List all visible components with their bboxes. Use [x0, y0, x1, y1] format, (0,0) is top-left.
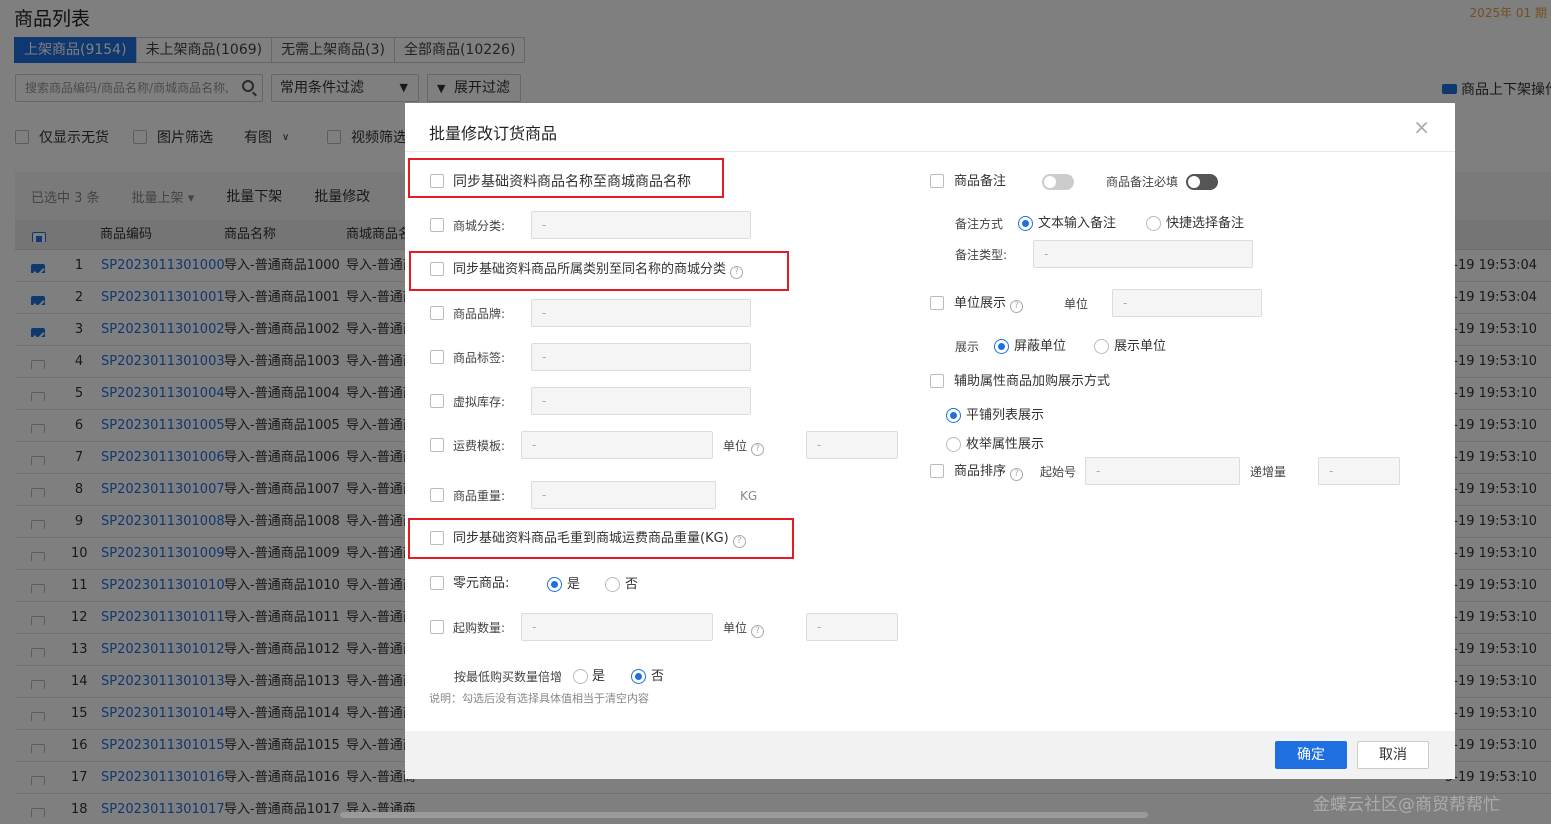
show-unit-label: 展示单位: [1114, 339, 1167, 354]
modal-divider: [405, 151, 1455, 152]
remark-type-input[interactable]: -: [1033, 240, 1253, 268]
zero-goods-checkbox[interactable]: [430, 576, 444, 590]
batch-edit-modal: 批量修改订货商品 × 同步基础资料商品名称至商城商品名称 商城分类: - 同步基…: [405, 103, 1455, 779]
unit-label: 单位: [1064, 297, 1089, 311]
weight-checkbox[interactable]: [430, 488, 444, 502]
modal-title: 批量修改订货商品: [429, 124, 558, 143]
min-qty-checkbox[interactable]: [430, 620, 444, 634]
text-input-radio[interactable]: [1018, 216, 1033, 231]
mall-category-input[interactable]: -: [531, 211, 751, 239]
multiple-yes-radio[interactable]: [573, 669, 588, 684]
unit-input[interactable]: -: [1112, 289, 1262, 317]
freight-template-checkbox[interactable]: [430, 438, 444, 452]
horizontal-scrollbar[interactable]: [340, 812, 1148, 818]
zero-no-radio[interactable]: [605, 577, 620, 592]
multiple-no-label: 否: [651, 669, 665, 684]
unit-display-label: 单位展示?: [954, 296, 1024, 313]
text-input-label: 文本输入备注: [1038, 216, 1117, 231]
weight-input[interactable]: -: [531, 481, 716, 509]
flat-list-radio[interactable]: [946, 408, 961, 423]
quick-select-radio[interactable]: [1146, 216, 1161, 231]
tags-label: 商品标签:: [453, 351, 506, 365]
brand-checkbox[interactable]: [430, 306, 444, 320]
help-icon[interactable]: ?: [732, 535, 746, 548]
help-icon[interactable]: ?: [1010, 468, 1024, 481]
close-icon[interactable]: ×: [1413, 115, 1430, 139]
tags-checkbox[interactable]: [430, 350, 444, 364]
remark-mode-label: 备注方式: [955, 217, 1004, 231]
mall-category-checkbox[interactable]: [430, 218, 444, 232]
multiple-yes-label: 是: [592, 669, 606, 684]
increment-label: 递增量: [1250, 465, 1287, 479]
freight-unit-label: 单位?: [723, 438, 765, 456]
aux-attr-label: 辅助属性商品加购展示方式: [954, 374, 1111, 389]
remark-label: 商品备注: [954, 174, 1007, 189]
freight-template-label: 运费模板:: [453, 439, 506, 453]
sync-weight-checkbox[interactable]: [430, 531, 444, 545]
help-icon[interactable]: ?: [751, 443, 765, 456]
enum-attr-radio[interactable]: [946, 437, 961, 452]
remark-type-label: 备注类型:: [955, 248, 1008, 262]
multiple-label: 按最低购买数量倍增: [454, 670, 563, 684]
min-qty-label: 起购数量:: [453, 621, 506, 635]
sync-category-checkbox[interactable]: [430, 262, 444, 276]
min-qty-input[interactable]: -: [521, 613, 713, 641]
sync-weight-label: 同步基础资料商品毛重到商城运费商品重量(KG)?: [453, 531, 746, 548]
kg-label: KG: [740, 489, 758, 503]
cancel-button[interactable]: 取消: [1357, 741, 1429, 769]
sort-label: 商品排序?: [954, 464, 1024, 481]
remark-toggle[interactable]: [1042, 174, 1074, 190]
display-label: 展示: [955, 340, 980, 354]
virtual-stock-label: 虚拟库存:: [453, 395, 506, 409]
hide-unit-radio[interactable]: [994, 339, 1009, 354]
remark-required-toggle[interactable]: [1186, 174, 1218, 190]
freight-unit-input[interactable]: -: [806, 431, 898, 459]
hide-unit-label: 屏蔽单位: [1014, 339, 1067, 354]
unit-display-checkbox[interactable]: [930, 296, 944, 310]
increment-input[interactable]: -: [1318, 457, 1400, 485]
flat-list-label: 平铺列表展示: [966, 408, 1045, 423]
mall-category-label: 商城分类:: [453, 219, 506, 233]
zero-no-label: 否: [625, 577, 639, 592]
remark-checkbox[interactable]: [930, 174, 944, 188]
min-qty-unit-label: 单位?: [723, 620, 765, 638]
confirm-button[interactable]: 确定: [1275, 741, 1347, 769]
show-unit-radio[interactable]: [1094, 339, 1109, 354]
min-qty-unit-input[interactable]: -: [806, 613, 898, 641]
zero-goods-label: 零元商品:: [453, 576, 510, 591]
zero-yes-radio[interactable]: [547, 577, 562, 592]
help-icon[interactable]: ?: [730, 266, 744, 279]
sync-name-checkbox[interactable]: [430, 174, 444, 188]
aux-attr-checkbox[interactable]: [930, 374, 944, 388]
sync-name-label: 同步基础资料商品名称至商城商品名称: [453, 174, 691, 190]
weight-label: 商品重量:: [453, 489, 506, 503]
enum-attr-label: 枚举属性展示: [966, 437, 1045, 452]
help-icon[interactable]: ?: [1010, 300, 1024, 313]
watermark: 金蝶云社区@商贸帮帮忙: [1313, 795, 1500, 815]
help-icon[interactable]: ?: [751, 625, 765, 638]
virtual-stock-checkbox[interactable]: [430, 394, 444, 408]
clear-note: 说明：勾选后没有选择具体值相当于清空内容: [429, 692, 649, 705]
quick-select-label: 快捷选择备注: [1166, 216, 1245, 231]
virtual-stock-input[interactable]: -: [531, 387, 751, 415]
sync-category-label: 同步基础资料商品所属类别至同名称的商城分类?: [453, 262, 744, 279]
multiple-no-radio[interactable]: [631, 669, 646, 684]
brand-label: 商品品牌:: [453, 307, 506, 321]
freight-template-input[interactable]: -: [521, 431, 713, 459]
start-no-label: 起始号: [1040, 465, 1077, 479]
zero-yes-label: 是: [567, 577, 581, 592]
remark-required-label: 商品备注必填: [1106, 175, 1179, 189]
sort-checkbox[interactable]: [930, 464, 944, 478]
start-no-input[interactable]: -: [1085, 457, 1240, 485]
brand-input[interactable]: -: [531, 299, 751, 327]
tags-input[interactable]: -: [531, 343, 751, 371]
